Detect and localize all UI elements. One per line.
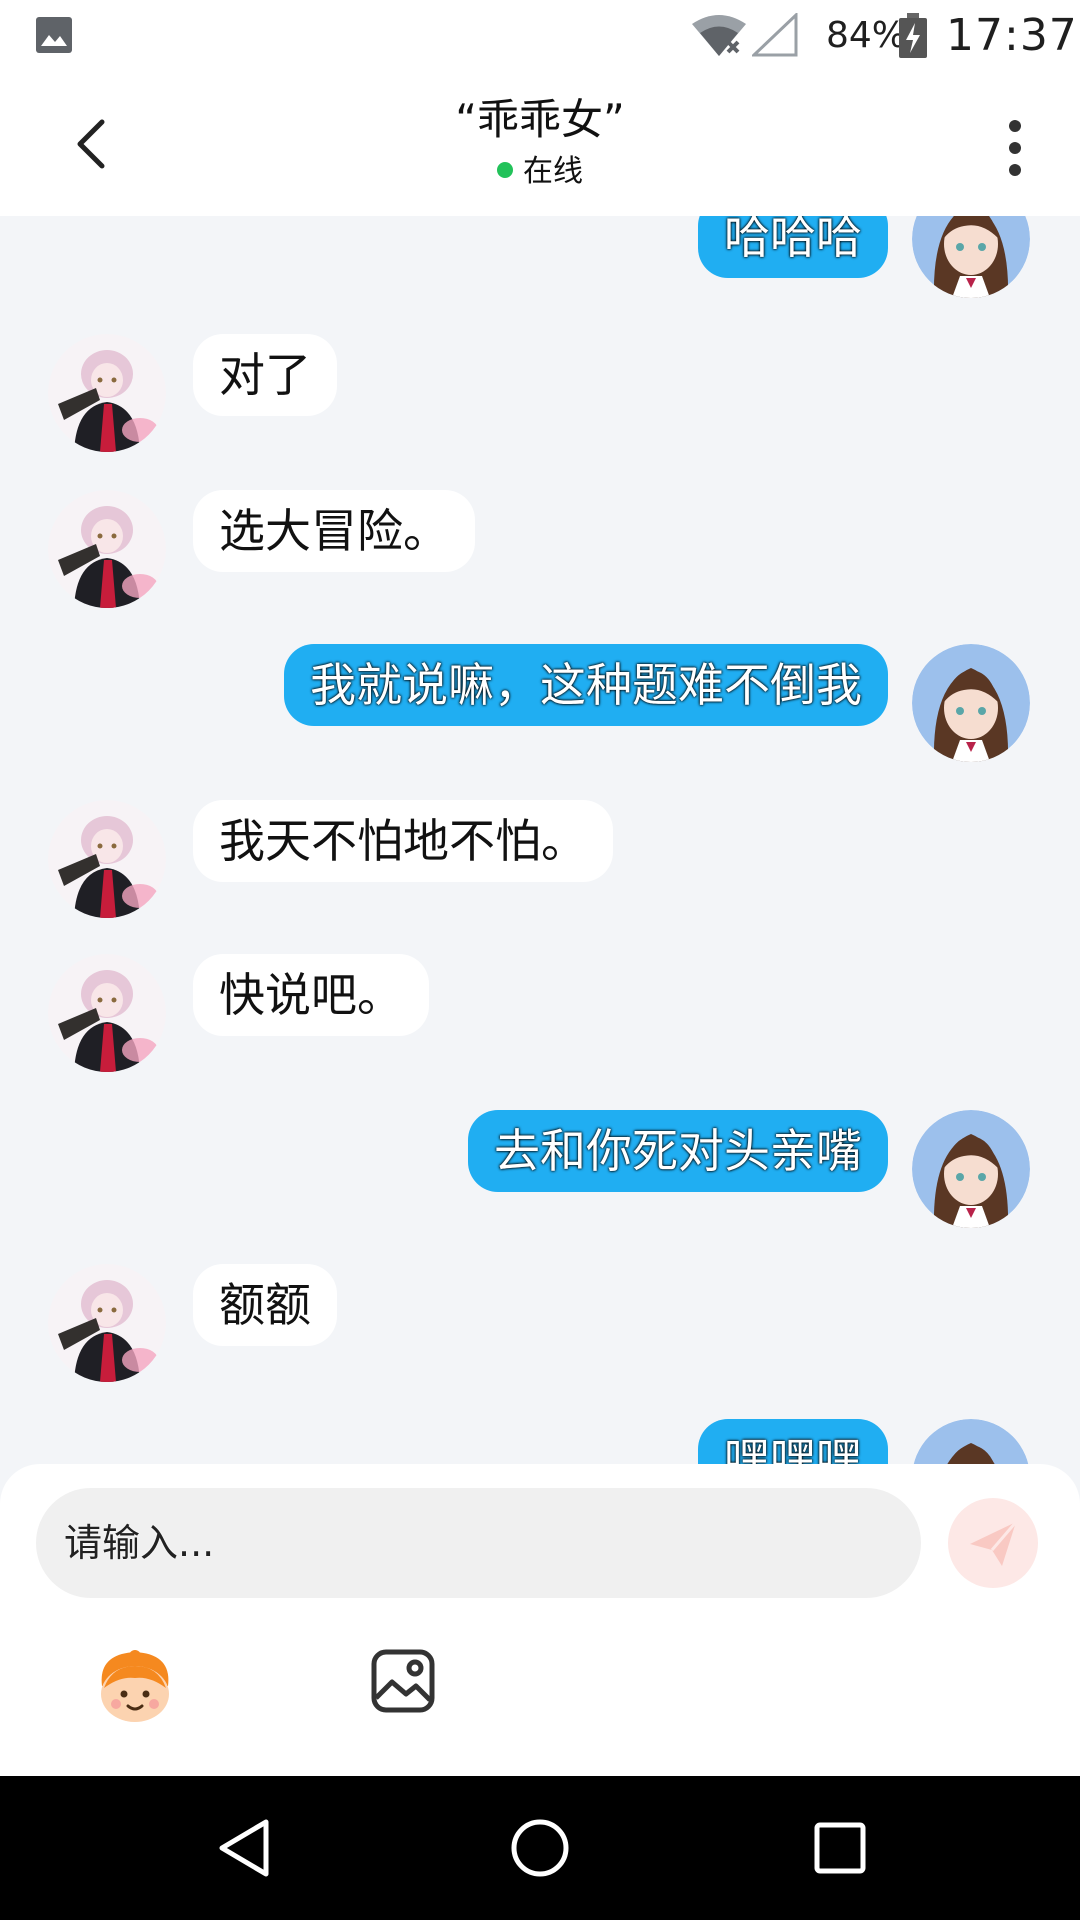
anime-avatar[interactable]: [48, 334, 166, 452]
girl-avatar[interactable]: [912, 644, 1030, 762]
system-navigation-bar: [0, 1776, 1080, 1920]
message-bubble-out[interactable]: 我就说嘛，这种题难不倒我: [284, 644, 888, 726]
nav-home-icon[interactable]: [510, 1818, 570, 1878]
message-bubble-in[interactable]: 选大冒险。: [193, 490, 475, 572]
battery-percent: 84%: [826, 15, 907, 56]
girl-avatar[interactable]: [912, 1110, 1030, 1228]
send-button[interactable]: [948, 1498, 1038, 1588]
contact-name: “乖乖女”: [455, 95, 625, 144]
chat-header: “乖乖女” 在线: [0, 72, 1080, 216]
composer: 请输入...: [0, 1464, 1080, 1776]
anime-avatar[interactable]: [48, 800, 166, 918]
message-bubble-in[interactable]: 额额: [193, 1264, 337, 1346]
more-options-icon[interactable]: [1000, 116, 1030, 180]
anime-avatar[interactable]: [48, 490, 166, 608]
wifi-off-icon: [692, 15, 746, 56]
girl-avatar[interactable]: [912, 216, 1030, 298]
online-status: 在线: [0, 152, 1080, 192]
gallery-icon: [36, 17, 72, 53]
message-bubble-in[interactable]: 快说吧。: [193, 954, 429, 1036]
battery-charging-icon: [899, 13, 927, 58]
status-bar: 84% 17:37: [0, 0, 1080, 72]
send-icon: [970, 1521, 1018, 1566]
girl-avatar[interactable]: [912, 1419, 1030, 1464]
message-bubble-in[interactable]: 对了: [193, 334, 337, 416]
message-list[interactable]: 哈哈哈 对了 选大冒险。 我就说嘛，这种题难不倒我 我天不怕地不怕。 快说吧。 …: [0, 216, 1080, 1464]
clock: 17:37: [946, 10, 1078, 61]
message-bubble-out[interactable]: 去和你死对头亲嘴: [468, 1110, 888, 1192]
nav-recents-icon[interactable]: [814, 1822, 866, 1874]
online-status-label: 在线: [523, 154, 583, 189]
nav-back-icon[interactable]: [214, 1816, 274, 1880]
message-bubble-out[interactable]: 哈哈哈: [698, 216, 888, 278]
image-icon[interactable]: [370, 1648, 436, 1714]
message-input[interactable]: 请输入...: [36, 1488, 921, 1598]
message-bubble-in[interactable]: 我天不怕地不怕。: [193, 800, 613, 882]
anime-avatar[interactable]: [48, 954, 166, 1072]
emoji-sticker-icon[interactable]: [92, 1648, 178, 1726]
signal-icon: [752, 13, 798, 57]
online-dot: [497, 161, 513, 178]
message-input-placeholder: 请输入...: [64, 1521, 215, 1565]
anime-avatar[interactable]: [48, 1264, 166, 1382]
message-bubble-out[interactable]: 嘿嘿嘿: [698, 1419, 888, 1464]
